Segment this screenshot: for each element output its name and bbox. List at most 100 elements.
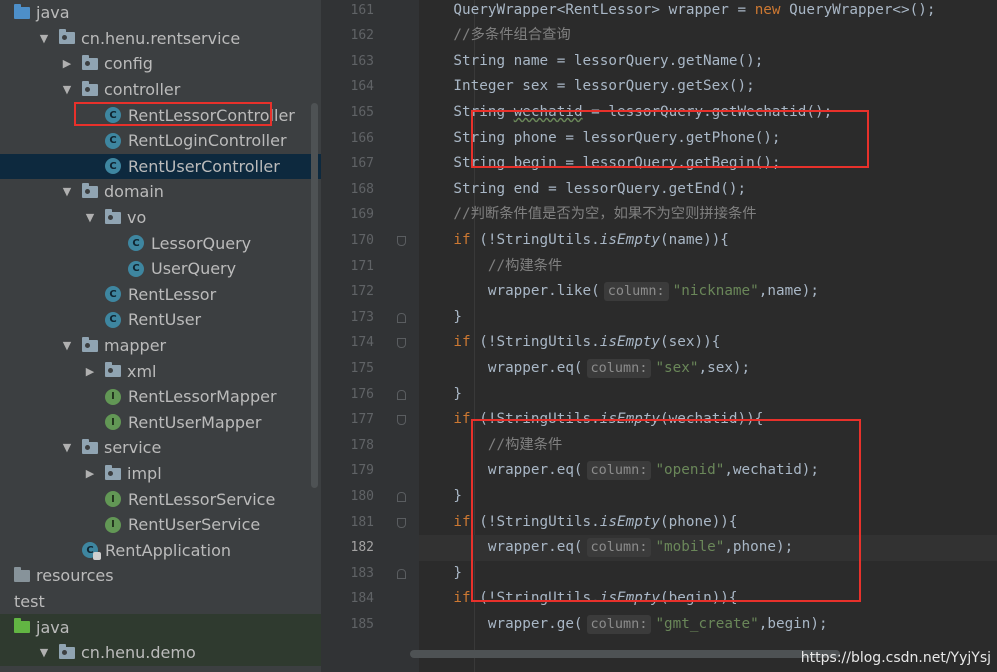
tree-item[interactable]: I RentUserMapper (0, 410, 321, 436)
chevron-down-icon[interactable]: ▼ (60, 339, 74, 352)
project-tree-panel: java ▼ cn.henu.rentservice ▶ config ▼ controll… (0, 0, 321, 672)
code-token: QueryWrapper<RentLessor> wrapper = (419, 1, 755, 18)
fold-marker-icon[interactable] (397, 312, 406, 323)
code-line[interactable]: //多条件组合查询 (419, 23, 997, 49)
code-line[interactable]: QueryWrapper<RentLessor> wrapper = new Q… (419, 0, 997, 23)
interface-icon: I (105, 516, 121, 533)
tree-item-label: java (36, 617, 70, 637)
highlight-box-fields (471, 110, 869, 168)
tree-item[interactable]: I RentLessorService (0, 486, 321, 512)
code-line[interactable]: wrapper.like(column: "nickname",name); (419, 279, 997, 305)
tree-item[interactable]: C RentLoginController (0, 128, 321, 154)
tree-item-label: RentUserMapper (128, 412, 262, 432)
chevron-down-icon[interactable]: ▼ (60, 185, 74, 198)
tree-item-label: test (14, 592, 45, 612)
tree-item-label: cn.henu.rentservice (81, 28, 241, 48)
code-line[interactable]: //判断条件值是否为空，如果不为空则拼接条件 (419, 202, 997, 228)
code-line[interactable]: //构建条件 (419, 254, 997, 280)
tree-item-label: UserQuery (151, 259, 237, 279)
fold-marker-icon[interactable] (397, 389, 406, 400)
line-number: 175 (350, 360, 374, 376)
tree-item[interactable]: java (0, 614, 321, 640)
code-line[interactable]: if (!StringUtils.isEmpty(name)){ (419, 228, 997, 254)
tree-item[interactable]: test (0, 589, 321, 615)
code-line[interactable]: if (!StringUtils.isEmpty(sex)){ (419, 330, 997, 356)
chevron-down-icon[interactable]: ▼ (83, 211, 97, 224)
code-token: Integer sex = lessorQuery.getSex(); (419, 78, 755, 95)
code-line[interactable]: } (419, 382, 997, 408)
line-number: 179 (350, 463, 374, 479)
tree-scrollbar[interactable] (311, 103, 318, 488)
code-token: (sex)){ (660, 334, 721, 351)
tree-item[interactable]: ▶ impl (0, 461, 321, 487)
chevron-down-icon[interactable]: ▼ (60, 83, 74, 96)
tree-item[interactable]: C RentUserController (0, 153, 321, 180)
tree-item[interactable]: java (0, 0, 321, 26)
fold-marker-icon[interactable] (397, 517, 406, 528)
fold-marker-icon[interactable] (397, 491, 406, 502)
tree-item-label: LessorQuery (151, 233, 252, 253)
tree-item-label: controller (104, 80, 181, 100)
chevron-right-icon[interactable]: ▶ (83, 467, 97, 480)
line-number: 162 (350, 28, 374, 44)
line-number: 166 (350, 130, 374, 146)
code-token: ,sex); (698, 359, 751, 376)
chevron-right-icon[interactable]: ▶ (60, 57, 74, 70)
code-line[interactable]: wrapper.ge(column: "gmt_create",begin); (419, 612, 997, 638)
tree-item[interactable]: C RentApplication (0, 538, 321, 564)
tree-item[interactable]: ▼ mapper (0, 333, 321, 359)
tree-item[interactable]: C LessorQuery (0, 230, 321, 256)
tree-item[interactable]: C RentLessor (0, 282, 321, 308)
fold-marker-icon[interactable] (397, 235, 406, 246)
fold-marker-icon[interactable] (397, 568, 406, 579)
package-icon (59, 29, 75, 45)
tree-item-label: vo (127, 208, 147, 228)
code-token: new (754, 1, 790, 18)
code-token: ,name); (758, 283, 820, 300)
line-number: 161 (350, 2, 374, 18)
tree-item[interactable]: ▼ service (0, 435, 321, 461)
tree-item[interactable]: ▼ domain (0, 179, 321, 205)
tree-item-label: RentLessor (128, 284, 217, 304)
fold-marker-icon[interactable] (397, 415, 406, 426)
tree-item-label: java (36, 3, 70, 23)
class-icon: C (105, 286, 121, 303)
code-line[interactable]: Integer sex = lessorQuery.getSex(); (419, 74, 997, 100)
line-number: 169 (350, 207, 374, 223)
line-number: 177 (350, 412, 374, 428)
tree-item[interactable]: ▶ xml (0, 358, 321, 384)
line-number: 172 (350, 284, 374, 300)
tree-item[interactable]: ▼ cn.henu.demo (0, 640, 321, 666)
code-token: "gmt_create" (655, 615, 759, 632)
code-token: } (419, 385, 463, 402)
package-icon (59, 643, 75, 659)
tree-item-label: RentUserService (128, 515, 261, 535)
code-token: QueryWrapper<>(); (789, 1, 936, 18)
editor-horizontal-scrollbar[interactable] (410, 650, 840, 658)
code-line[interactable]: wrapper.eq(column: "sex",sex); (419, 356, 997, 382)
code-line[interactable]: String name = lessorQuery.getName(); (419, 49, 997, 75)
tree-item-label: xml (127, 361, 157, 381)
code-token: (name)){ (660, 231, 729, 248)
chevron-down-icon[interactable]: ▼ (37, 32, 51, 45)
chevron-down-icon[interactable]: ▼ (60, 441, 74, 454)
tree-item[interactable]: resources (0, 563, 321, 589)
code-token: if (419, 334, 480, 351)
interface-icon: I (105, 491, 121, 508)
code-line[interactable]: String end = lessorQuery.getEnd(); (419, 177, 997, 203)
tree-item[interactable]: ▼ cn.henu.rentservice (0, 26, 321, 52)
tree-item[interactable]: ▼ vo (0, 205, 321, 231)
tree-item[interactable]: I RentUserService (0, 512, 321, 538)
code-line[interactable]: } (419, 305, 997, 331)
chevron-right-icon[interactable]: ▶ (83, 365, 97, 378)
tree-item[interactable]: C RentUser (0, 307, 321, 333)
tree-item[interactable]: ▼ controller (0, 77, 321, 103)
code-token: isEmpty (599, 334, 661, 351)
tree-item[interactable]: C UserQuery (0, 256, 321, 282)
tree-item[interactable]: ▶ config (0, 51, 321, 77)
code-token: (!StringUtils. (479, 231, 600, 248)
line-number: 165 (350, 104, 374, 120)
chevron-down-icon[interactable]: ▼ (37, 646, 51, 659)
tree-item[interactable]: I RentLessorMapper (0, 384, 321, 410)
fold-marker-icon[interactable] (397, 338, 406, 349)
